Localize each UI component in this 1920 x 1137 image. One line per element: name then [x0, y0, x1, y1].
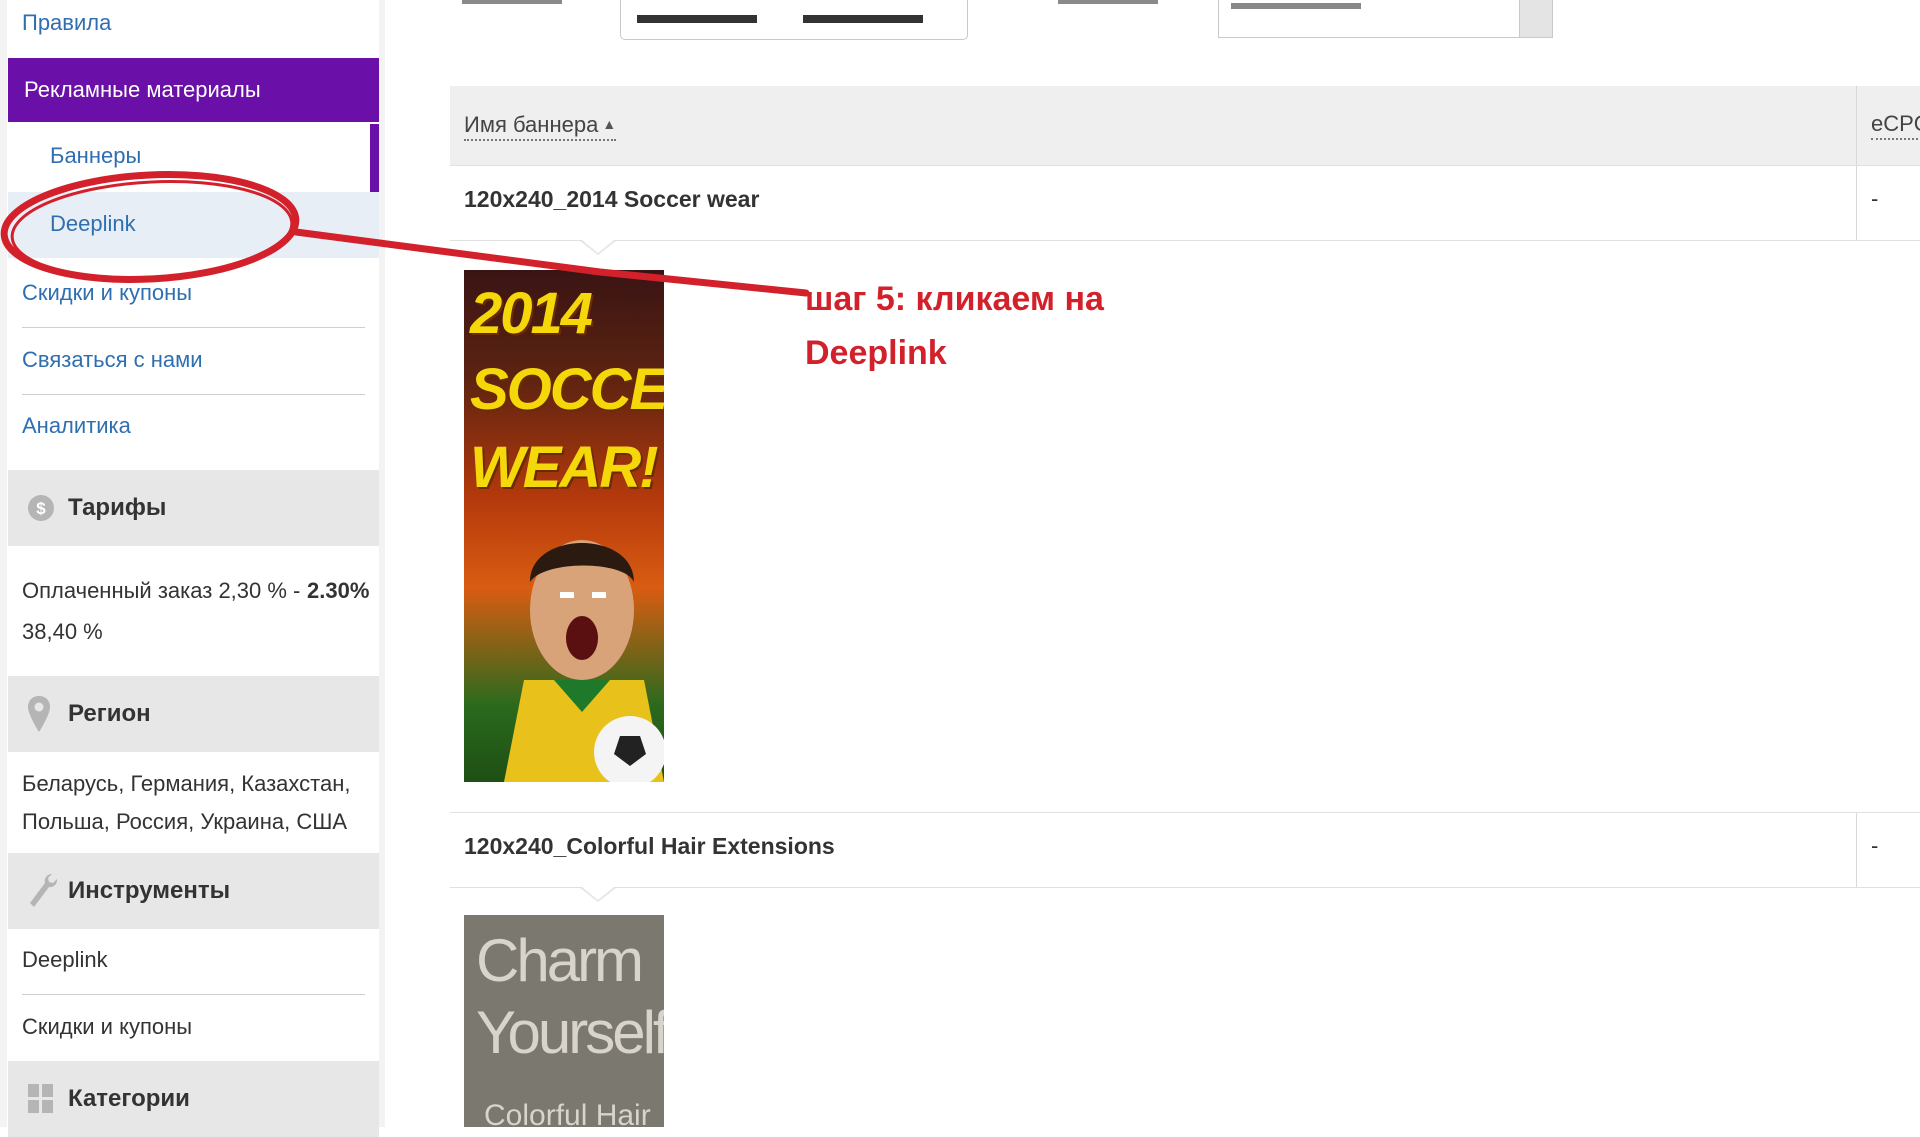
column-header-banner-name[interactable]: Имя баннера ▲: [464, 110, 617, 141]
tariff-text-line2: 38,40 %: [22, 619, 103, 644]
banner-text: Yourself: [476, 999, 664, 1066]
promo-sub-menu: Баннеры Deeplink: [8, 124, 379, 264]
section-title: Инструменты: [68, 877, 231, 904]
banner-text: 2014: [470, 281, 593, 346]
banner-table-header: Имя баннера▲ eCPC: [450, 86, 1920, 166]
annotation-line1: шаг 5: кликаем на: [805, 280, 1104, 318]
sidebar: Правила Рекламные материалы Баннеры Deep…: [0, 0, 385, 1137]
banner-name: 120x240_Colorful Hair Extensions: [464, 833, 835, 859]
banner-image-hair-extensions[interactable]: Charm Yourself Colorful Hair: [464, 915, 664, 1127]
divider: [22, 394, 365, 395]
soccer-player-illustration: [504, 540, 664, 782]
svg-text:$: $: [36, 499, 46, 518]
sidebar-link-discounts[interactable]: Скидки и купоны: [22, 278, 365, 308]
banner-text: WEAR!: [470, 435, 659, 500]
date-range-input[interactable]: [620, 0, 968, 40]
table-row[interactable]: 120x240_Colorful Hair Extensions -: [450, 812, 1920, 888]
divider: [22, 994, 365, 995]
sub-item-banners[interactable]: Баннеры: [8, 124, 379, 192]
category-dropdown-button[interactable]: [1519, 0, 1552, 37]
section-title: Категории: [68, 1085, 190, 1112]
sidebar-link-analytics[interactable]: Аналитика: [22, 411, 365, 441]
filter-label-added: [462, 0, 567, 12]
banner-ecpc: -: [1871, 186, 1879, 211]
column-separator: [1856, 813, 1857, 887]
section-title: Регион: [68, 700, 151, 727]
annotation-callout: шаг 5: кликаем на Deeplink: [805, 272, 1165, 380]
column-header-label: Имя баннера: [464, 112, 599, 137]
banner-text: Charm: [476, 927, 644, 994]
banner-text: Colorful Hair: [484, 1099, 651, 1127]
section-title: Тарифы: [68, 494, 167, 521]
annotation-line2: Deeplink: [805, 334, 947, 372]
column-separator: [1856, 86, 1857, 166]
section-header-categories: Категории: [8, 1061, 379, 1137]
divider: [22, 327, 365, 328]
banner-ecpc: -: [1871, 833, 1879, 858]
region-text-line2: Польша, Россия, Украина, США: [22, 809, 348, 834]
region-text-line1: Беларусь, Германия, Казахстан,: [22, 771, 351, 796]
wrench-icon: [26, 853, 60, 929]
category-select[interactable]: [1218, 0, 1553, 38]
filter-label-category: [1058, 0, 1163, 12]
section-header-tools: Инструменты: [8, 853, 379, 929]
dollar-coin-icon: $: [26, 470, 56, 546]
map-pin-icon: [26, 676, 52, 752]
sidebar-section-promo-materials[interactable]: Рекламные материалы: [8, 58, 379, 122]
tools-link-deeplink[interactable]: Deeplink: [22, 945, 365, 975]
sidebar-link-rules[interactable]: Правила: [22, 8, 365, 38]
row-pointer: [580, 887, 616, 902]
tariff-rate-value: 2.30%: [307, 578, 370, 603]
banner-image-soccer-wear[interactable]: 2014 SOCCER WEAR!: [464, 270, 664, 782]
column-separator: [1856, 166, 1857, 240]
tools-link-discounts[interactable]: Скидки и купоны: [22, 1012, 365, 1042]
grid-icon: [26, 1061, 56, 1137]
column-header-ecpc[interactable]: eCPC: [1871, 110, 1920, 140]
section-header-tariffs: $ Тарифы: [8, 470, 379, 546]
banner-name: 120x240_2014 Soccer wear: [464, 186, 760, 212]
sort-up-icon: ▲: [602, 116, 617, 132]
row-pointer: [580, 240, 616, 255]
sub-item-deeplink[interactable]: Deeplink: [8, 192, 379, 258]
section-header-region: Регион: [8, 676, 379, 752]
sidebar-link-contact[interactable]: Связаться с нами: [22, 345, 365, 375]
table-row[interactable]: 120x240_2014 Soccer wear -: [450, 165, 1920, 241]
banner-text: SOCCER: [470, 357, 664, 422]
